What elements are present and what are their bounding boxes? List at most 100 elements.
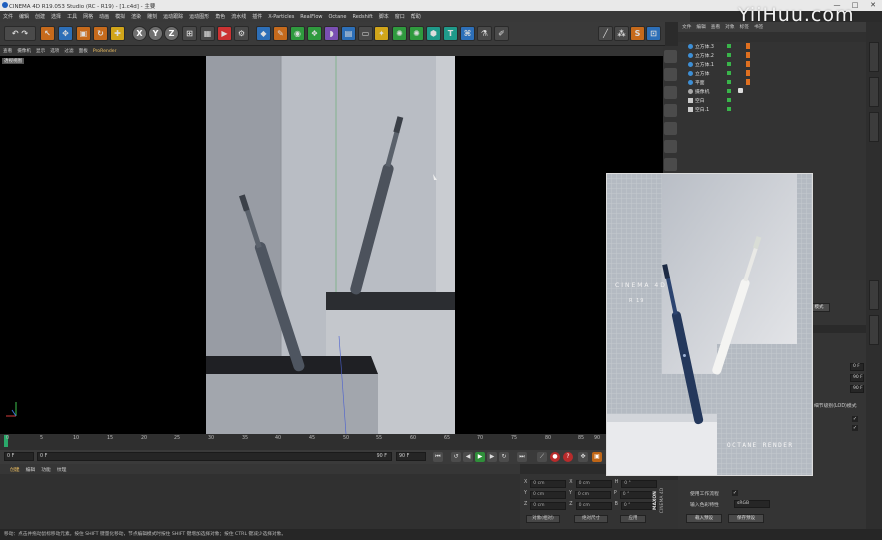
visibility-check-icon[interactable] bbox=[727, 44, 731, 48]
octane-settings-icon[interactable]: ✺ bbox=[392, 26, 407, 41]
menu-x-particles[interactable]: X-Particles bbox=[268, 14, 294, 20]
position-z-field[interactable]: 0 cm bbox=[530, 502, 567, 510]
menu-edit[interactable]: 编辑 bbox=[19, 13, 29, 20]
menu-simulate[interactable]: 模拟 bbox=[115, 13, 125, 20]
viewport-menu-camera[interactable]: 摄像机 bbox=[17, 48, 31, 54]
position-x-field[interactable]: 0 cm bbox=[530, 480, 567, 488]
previous-frame-button[interactable]: ◀ bbox=[463, 452, 473, 462]
viewport-menu-display[interactable]: 显示 bbox=[36, 48, 45, 54]
viewport-menu-filter[interactable]: 过滤 bbox=[64, 48, 73, 54]
menu-help[interactable]: 帮助 bbox=[411, 13, 421, 20]
auto-key-button[interactable]: ? bbox=[563, 452, 573, 462]
viewport-menu-options[interactable]: 选项 bbox=[50, 48, 59, 54]
tab-create[interactable]: 创建 bbox=[10, 466, 20, 473]
attribute-field[interactable]: 90 F bbox=[850, 374, 864, 382]
octane-live-viewer-icon[interactable]: ✺ bbox=[409, 26, 424, 41]
om-menu-file[interactable]: 文件 bbox=[682, 24, 691, 30]
workplane-mode-icon[interactable] bbox=[664, 104, 677, 117]
y-axis-lock[interactable]: Y bbox=[148, 26, 163, 41]
material-tag-icon[interactable] bbox=[746, 52, 750, 58]
previous-key-button[interactable]: ↺ bbox=[451, 452, 461, 462]
position-y-field[interactable]: 0 cm bbox=[529, 491, 566, 499]
object-row[interactable]: 空白.1 bbox=[678, 105, 866, 114]
menu-tools[interactable]: 工具 bbox=[67, 13, 77, 20]
size-y-field[interactable]: 0 cm bbox=[574, 491, 611, 499]
texture-mode-icon[interactable] bbox=[664, 86, 677, 99]
menu-create[interactable]: 创建 bbox=[35, 13, 45, 20]
polygons-mode-icon[interactable] bbox=[664, 158, 677, 171]
play-button[interactable]: ▶ bbox=[475, 452, 485, 462]
deformer-icon[interactable]: ◗ bbox=[324, 26, 339, 41]
menu-script[interactable]: 脚本 bbox=[379, 13, 389, 20]
menu-mograph[interactable]: 运动图形 bbox=[189, 13, 209, 20]
om-menu-objects[interactable]: 对象 bbox=[725, 24, 734, 30]
points-mode-icon[interactable] bbox=[664, 122, 677, 135]
menu-animate[interactable]: 动画 bbox=[99, 13, 109, 20]
object-mode-icon[interactable] bbox=[664, 68, 677, 81]
size-z-field[interactable]: 0 cm bbox=[575, 502, 612, 510]
floor-icon[interactable]: ▤ bbox=[341, 26, 356, 41]
start-frame-field[interactable]: 0 F bbox=[4, 452, 34, 461]
checkbox[interactable]: ✓ bbox=[852, 425, 858, 431]
rotation-h-field[interactable]: 0 ° bbox=[621, 480, 658, 488]
cube-icon[interactable]: ◆ bbox=[256, 26, 271, 41]
visibility-check-icon[interactable] bbox=[727, 62, 731, 66]
object-row[interactable]: 立方体.2 bbox=[678, 51, 866, 60]
script-tool-icon[interactable]: ⁂ bbox=[614, 26, 629, 41]
close-button[interactable]: ✕ bbox=[864, 0, 882, 11]
menu-sculpt[interactable]: 雕刻 bbox=[147, 13, 157, 20]
attribute-field[interactable]: 90 F bbox=[850, 385, 864, 393]
viewport-menu-panel[interactable]: 面板 bbox=[79, 48, 88, 54]
rotation-b-field[interactable]: 0 ° bbox=[620, 502, 657, 510]
edges-mode-icon[interactable] bbox=[664, 140, 677, 153]
array-icon[interactable]: ❖ bbox=[307, 26, 322, 41]
menu-redshift[interactable]: Redshift bbox=[352, 14, 372, 20]
menu-octane[interactable]: Octane bbox=[329, 14, 347, 20]
material-manager-area[interactable] bbox=[0, 474, 520, 529]
python-icon[interactable]: ⌘ bbox=[460, 26, 475, 41]
attribute-field[interactable]: 0 F bbox=[850, 363, 864, 371]
viewport-menu-prorender[interactable]: ProRender bbox=[93, 49, 117, 54]
checkbox[interactable]: ✓ bbox=[852, 416, 858, 422]
menu-realflow[interactable]: RealFlow bbox=[300, 14, 322, 20]
om-menu-bookmarks[interactable]: 书签 bbox=[754, 24, 763, 30]
undo-redo-icon[interactable]: ↶ ↷ bbox=[4, 26, 36, 41]
size-x-field[interactable]: 0 cm bbox=[575, 480, 612, 488]
visibility-check-icon[interactable] bbox=[727, 80, 731, 84]
camera-tag-icon[interactable] bbox=[738, 88, 743, 93]
subdivision-icon[interactable]: ◉ bbox=[290, 26, 305, 41]
menu-select[interactable]: 选择 bbox=[51, 13, 61, 20]
live-selection-icon[interactable]: ↖ bbox=[40, 26, 55, 41]
structure-panel-tab[interactable] bbox=[869, 112, 879, 142]
visibility-check-icon[interactable] bbox=[727, 98, 731, 102]
recent-tools-icon[interactable]: ✚ bbox=[110, 26, 125, 41]
visibility-check-icon[interactable] bbox=[727, 71, 731, 75]
next-key-button[interactable]: ↻ bbox=[499, 452, 509, 462]
color-profile-dropdown[interactable]: sRGB bbox=[734, 500, 770, 508]
render-settings-icon[interactable]: ⚙ bbox=[234, 26, 249, 41]
model-mode-icon[interactable] bbox=[664, 50, 677, 63]
record-keys-icon[interactable]: ⟋ bbox=[537, 452, 547, 462]
om-menu-view[interactable]: 查看 bbox=[711, 24, 720, 30]
knife-tool-icon[interactable]: ╱ bbox=[598, 26, 613, 41]
rotation-p-field[interactable]: 0 ° bbox=[619, 491, 656, 499]
menu-character[interactable]: 角色 bbox=[215, 13, 225, 20]
coordinate-system-icon[interactable]: ⊞ bbox=[182, 26, 197, 41]
menu-file[interactable]: 文件 bbox=[3, 13, 13, 20]
text-tool-icon[interactable]: T bbox=[443, 26, 458, 41]
menu-render[interactable]: 渲染 bbox=[131, 13, 141, 20]
material-tag-icon[interactable] bbox=[746, 61, 750, 67]
z-axis-lock[interactable]: Z bbox=[164, 26, 179, 41]
menu-mesh[interactable]: 网格 bbox=[83, 13, 93, 20]
rotate-icon[interactable]: ↻ bbox=[93, 26, 108, 41]
visibility-check-icon[interactable] bbox=[727, 53, 731, 57]
material-tag-icon[interactable] bbox=[746, 43, 750, 49]
camera-icon[interactable]: ▭ bbox=[358, 26, 373, 41]
next-frame-button[interactable]: ▶ bbox=[487, 452, 497, 462]
move-icon[interactable]: ✥ bbox=[58, 26, 73, 41]
attributes-panel-tab[interactable] bbox=[869, 280, 879, 310]
menu-window[interactable]: 窗口 bbox=[395, 13, 405, 20]
menu-pipeline[interactable]: 流水线 bbox=[231, 13, 246, 20]
object-row[interactable]: 立方体 bbox=[678, 69, 866, 78]
om-menu-tags[interactable]: 标签 bbox=[740, 24, 749, 30]
